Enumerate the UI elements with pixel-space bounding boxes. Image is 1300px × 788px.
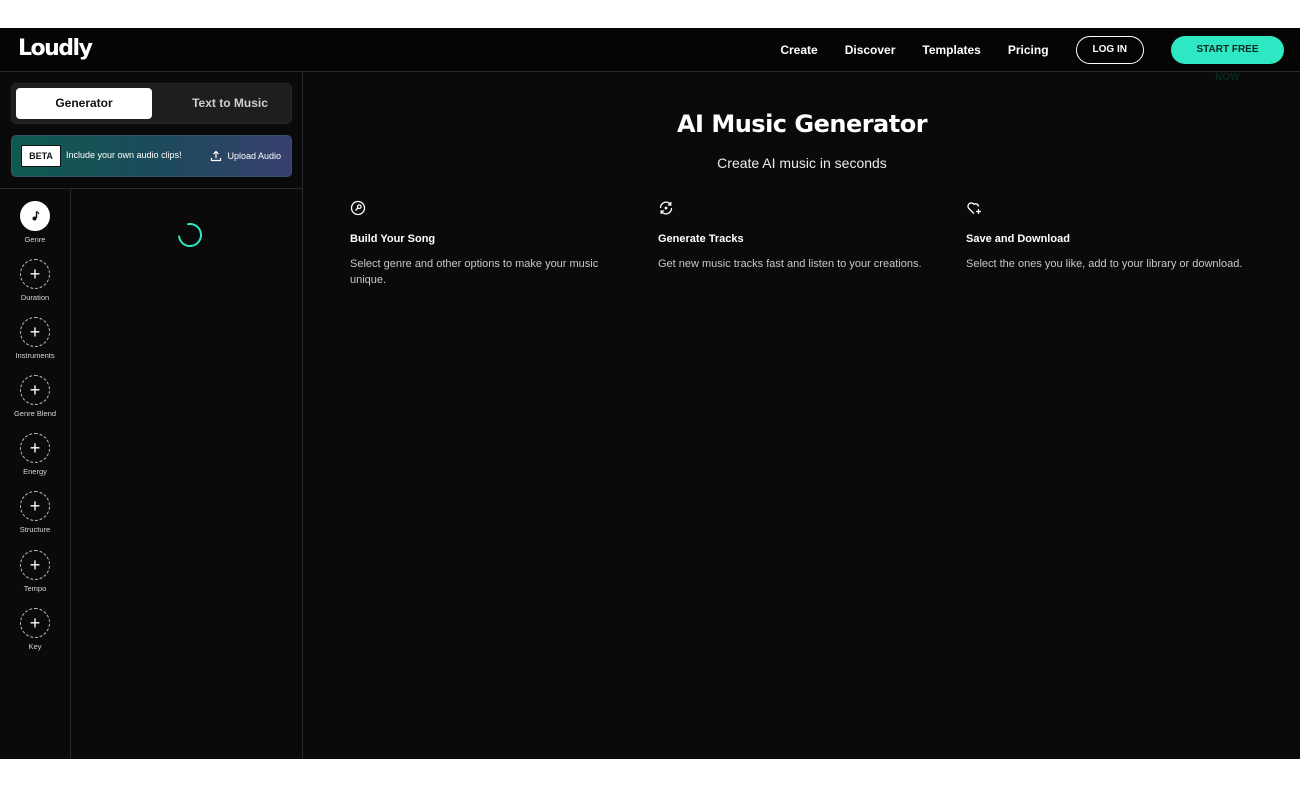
- upload-icon: [211, 150, 222, 162]
- left-panel: Generator Text to Music BETA Include you…: [0, 72, 303, 759]
- param-label: Energy: [23, 467, 47, 476]
- feature-description: Select genre and other options to make y…: [350, 258, 599, 286]
- param-instruments[interactable]: + Instruments: [0, 317, 70, 360]
- refresh-icon: [659, 201, 673, 215]
- app-window: Loudly Create Discover Templates Pricing…: [0, 28, 1300, 759]
- param-key[interactable]: + Key: [0, 608, 70, 651]
- param-label: Key: [28, 642, 42, 651]
- feature-build-your-song: Build Your Song Select genre and other o…: [350, 200, 630, 288]
- beta-banner: BETA Include your own audio clips! Uploa…: [11, 135, 292, 177]
- mode-toggle: Generator Text to Music: [11, 83, 292, 124]
- plus-icon[interactable]: +: [20, 491, 50, 521]
- nav-create[interactable]: Create: [780, 43, 817, 57]
- music-note-icon[interactable]: [20, 201, 50, 231]
- param-label: Structure: [19, 525, 51, 534]
- logo[interactable]: Loudly: [18, 36, 93, 61]
- upload-audio-button[interactable]: Upload Audio: [210, 148, 281, 164]
- param-energy[interactable]: + Energy: [0, 433, 70, 476]
- feature-save-and-download: Save and Download Select the ones you li…: [966, 200, 1246, 272]
- wrench-icon: [350, 200, 366, 216]
- main-content: AI Music Generator Create AI music in se…: [304, 72, 1300, 759]
- plus-icon[interactable]: +: [20, 375, 50, 405]
- page-subtitle: Create AI music in seconds: [717, 155, 887, 171]
- beta-badge: BETA: [21, 145, 61, 167]
- plus-icon[interactable]: +: [20, 550, 50, 580]
- param-label: Genre: [24, 235, 46, 244]
- plus-icon[interactable]: +: [20, 433, 50, 463]
- tab-generator[interactable]: Generator: [16, 88, 152, 119]
- tab-text-to-music[interactable]: Text to Music: [162, 88, 298, 119]
- parameter-rail: Genre + Duration + Instruments + Genre B…: [0, 189, 71, 759]
- heart-plus-icon: [967, 202, 981, 214]
- param-label: Duration: [20, 293, 50, 302]
- feature-description: Get new music tracks fast and listen to …: [658, 258, 922, 270]
- param-tempo[interactable]: + Tempo: [0, 550, 70, 593]
- loading-spinner-icon: [178, 223, 202, 247]
- param-genre[interactable]: Genre: [0, 201, 70, 244]
- nav-templates[interactable]: Templates: [922, 43, 980, 57]
- login-button[interactable]: LOG IN: [1075, 36, 1144, 64]
- plus-icon[interactable]: +: [20, 259, 50, 289]
- beta-text: Include your own audio clips!: [66, 150, 182, 160]
- param-genre-blend[interactable]: + Genre Blend: [0, 375, 70, 418]
- feature-title: Save and Download: [966, 233, 1070, 245]
- param-label: Tempo: [23, 584, 47, 593]
- top-header: Loudly Create Discover Templates Pricing…: [0, 28, 1300, 83]
- main-nav: Create Discover Templates Pricing LOG IN…: [780, 28, 1300, 83]
- feature-title: Build Your Song: [350, 233, 436, 245]
- param-structure[interactable]: + Structure: [0, 491, 70, 534]
- plus-icon[interactable]: +: [20, 608, 50, 638]
- plus-icon[interactable]: +: [20, 317, 50, 347]
- start-free-button[interactable]: START FREE NOW: [1171, 36, 1284, 83]
- page-title: AI Music Generator: [676, 110, 928, 138]
- nav-discover[interactable]: Discover: [845, 43, 896, 57]
- upload-audio-label: Upload Audio: [227, 151, 281, 161]
- nav-pricing[interactable]: Pricing: [1008, 43, 1049, 57]
- param-duration[interactable]: + Duration: [0, 259, 70, 302]
- feature-title: Generate Tracks: [658, 233, 744, 245]
- feature-description: Select the ones you like, add to your li…: [966, 258, 1243, 270]
- param-label: Instruments: [15, 351, 55, 360]
- param-label: Genre Blend: [13, 409, 57, 418]
- feature-generate-tracks: Generate Tracks Get new music tracks fas…: [658, 200, 938, 272]
